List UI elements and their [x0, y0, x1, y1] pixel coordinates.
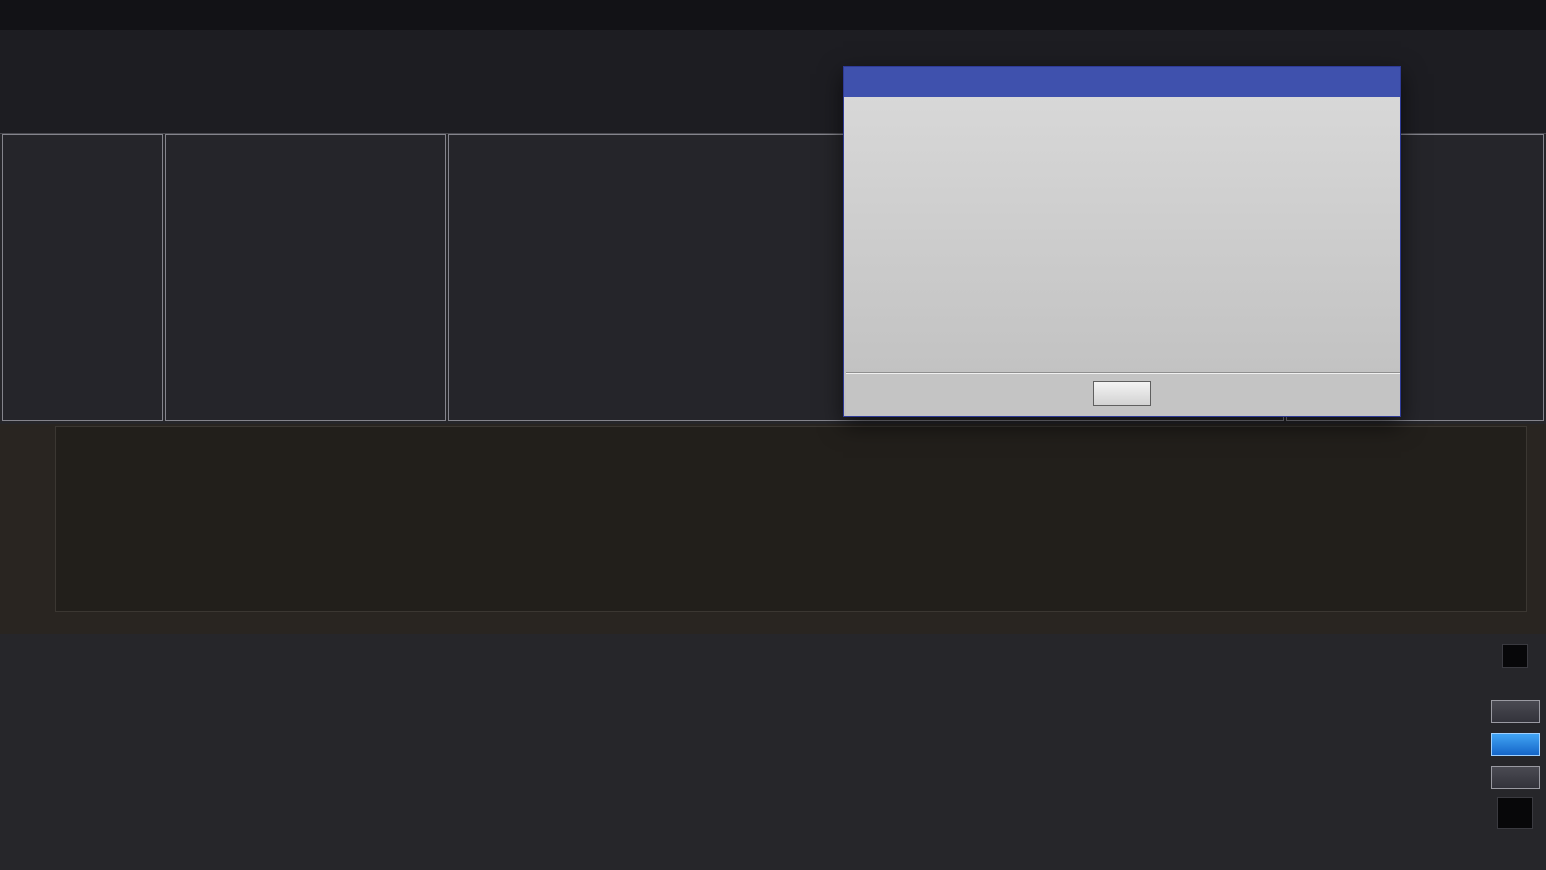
bypass-indicator[interactable]: [1502, 644, 1528, 668]
input-setting-dialog: [843, 66, 1401, 417]
freq-button[interactable]: [1491, 700, 1540, 723]
titlebar-icons: [1488, 0, 1536, 30]
crossover-panel: [165, 134, 446, 421]
eq-table: [0, 636, 1546, 706]
ok-button[interactable]: [1093, 381, 1151, 406]
eq-graph: [0, 424, 1546, 634]
dialog-body: [844, 67, 1400, 416]
reset-indicator[interactable]: [1497, 797, 1533, 829]
awave-watermark: [470, 452, 1150, 612]
dialog-title: [844, 67, 1400, 97]
app-window: [0, 0, 1546, 870]
eq-fader-bank: [0, 706, 1546, 870]
db-button[interactable]: [1491, 733, 1540, 756]
titlebar: [0, 0, 1546, 30]
source-panel: [2, 134, 163, 421]
q-button[interactable]: [1491, 766, 1540, 789]
